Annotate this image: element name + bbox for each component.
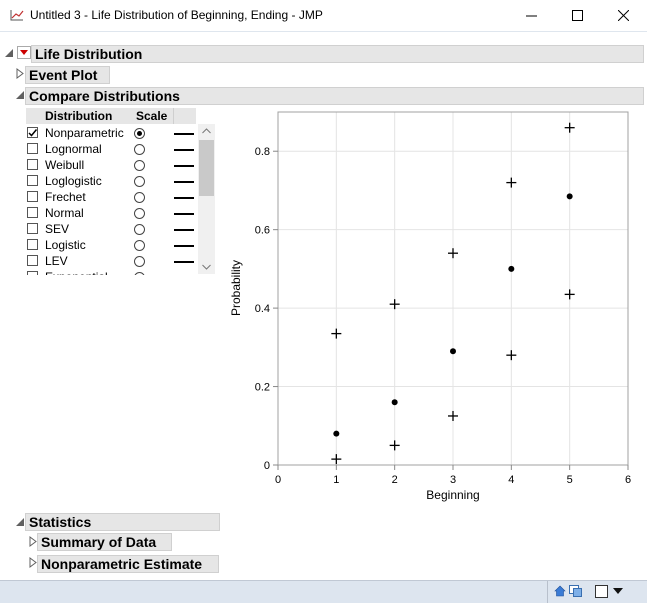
line-style-swatch[interactable] — [174, 229, 194, 231]
x-tick-label: 2 — [392, 474, 398, 486]
nonparametric-estimate-header[interactable]: Nonparametric Estimate — [37, 555, 219, 573]
close-button[interactable] — [600, 0, 646, 31]
estimate-point — [333, 430, 340, 437]
confidence-limit-marker — [506, 350, 517, 361]
scale-radio[interactable] — [134, 208, 145, 219]
y-tick-label: 0.8 — [255, 146, 270, 158]
line-style-swatch[interactable] — [174, 149, 194, 151]
scale-radio[interactable] — [134, 272, 145, 275]
distribution-label: Exponential — [45, 270, 108, 275]
distribution-list: Nonparametric Lognormal Weibull Loglogistic… — [0, 0, 214, 275]
confidence-limit-marker — [331, 454, 342, 465]
scrollbar-thumb[interactable] — [199, 140, 214, 196]
y-tick-label: 0.4 — [255, 303, 270, 315]
scroll-up-icon[interactable] — [202, 128, 211, 134]
x-axis-label: Beginning — [426, 488, 479, 502]
distribution-checkbox[interactable] — [27, 175, 38, 186]
status-bar — [0, 580, 647, 603]
line-style-swatch[interactable] — [174, 245, 194, 247]
window-icon[interactable] — [595, 585, 608, 598]
x-tick-label: 1 — [333, 474, 339, 486]
y-tick-label: 0.2 — [255, 382, 270, 394]
confidence-limit-marker — [389, 440, 400, 451]
distribution-checkbox[interactable] — [27, 271, 38, 275]
axis-ticks: 0 1 2 3 4 5 6 0 0.2 0.4 0.6 0.8 — [255, 146, 631, 486]
maximize-icon — [571, 10, 583, 21]
summary-of-data-header[interactable]: Summary of Data — [37, 533, 172, 551]
status-divider — [547, 581, 548, 603]
estimate-point — [391, 399, 398, 406]
y-tick-label: 0 — [264, 460, 270, 472]
close-icon — [617, 10, 629, 21]
scale-radio[interactable] — [134, 240, 145, 251]
x-tick-label: 6 — [625, 474, 631, 486]
x-tick-label: 3 — [450, 474, 456, 486]
y-tick-label: 0.6 — [255, 225, 270, 237]
scale-radio[interactable] — [134, 176, 145, 187]
probability-chart: 0 1 2 3 4 5 6 0 0.2 0.4 0.6 0.8 Beginning Probabili… — [229, 111, 631, 502]
y-axis-label: Probability — [229, 260, 243, 316]
home-icon[interactable] — [554, 585, 566, 597]
scale-radio[interactable] — [134, 144, 145, 155]
distribution-label: Logistic — [45, 238, 86, 252]
line-style-swatch[interactable] — [174, 133, 194, 135]
statistics-header[interactable]: Statistics — [25, 513, 220, 531]
scroll-down-icon[interactable] — [202, 264, 211, 270]
distribution-checkbox[interactable] — [27, 191, 38, 202]
estimate-point — [508, 265, 515, 272]
line-style-swatch[interactable] — [174, 261, 194, 263]
expand-triangle-icon[interactable] — [29, 557, 37, 568]
expand-triangle-icon[interactable] — [29, 536, 37, 547]
distribution-label: LEV — [45, 254, 68, 268]
scale-radio[interactable] — [134, 128, 145, 139]
confidence-limit-marker — [564, 289, 575, 300]
scale-radio[interactable] — [134, 160, 145, 171]
scale-radio[interactable] — [134, 192, 145, 203]
distribution-checkbox[interactable] — [27, 143, 38, 154]
distribution-label: SEV — [45, 222, 70, 236]
radio-dot — [137, 131, 142, 136]
confidence-limit-marker — [331, 328, 342, 339]
line-style-swatch[interactable] — [174, 213, 194, 215]
line-style-swatch[interactable] — [174, 181, 194, 183]
distribution-label: Lognormal — [45, 142, 102, 156]
maximize-button[interactable] — [554, 0, 600, 31]
confidence-limit-marker — [448, 410, 458, 421]
distribution-checkbox[interactable] — [27, 255, 38, 266]
confidence-limit-marker — [448, 248, 458, 259]
minimize-icon — [525, 15, 537, 17]
window-list-icon[interactable] — [569, 585, 582, 597]
line-style-swatch[interactable] — [174, 165, 194, 167]
x-tick-label: 5 — [567, 474, 573, 486]
scale-radio[interactable] — [134, 256, 145, 267]
distribution-checkbox[interactable] — [27, 207, 38, 218]
list-scrollbar[interactable] — [198, 124, 215, 274]
estimate-point — [450, 348, 456, 355]
distribution-label: Frechet — [45, 190, 86, 204]
distribution-label: Nonparametric — [45, 126, 124, 140]
line-style-swatch[interactable] — [174, 197, 194, 199]
scale-radio[interactable] — [134, 224, 145, 235]
distribution-label: Loglogistic — [45, 174, 102, 188]
checkmark-icon — [28, 129, 38, 137]
distribution-checkbox[interactable] — [27, 159, 38, 170]
x-tick-label: 4 — [508, 474, 514, 486]
minimize-button[interactable] — [508, 0, 554, 31]
confidence-limit-marker — [564, 122, 575, 133]
confidence-limit-marker — [506, 177, 517, 188]
distribution-label: Normal — [45, 206, 84, 220]
distribution-checkbox[interactable] — [27, 223, 38, 234]
x-tick-label: 0 — [275, 474, 281, 486]
distribution-checkbox[interactable] — [27, 127, 38, 138]
collapse-triangle-icon[interactable] — [15, 517, 25, 527]
dropdown-arrow-icon[interactable] — [613, 588, 623, 595]
distribution-checkbox[interactable] — [27, 239, 38, 250]
distribution-label: Weibull — [45, 158, 85, 172]
estimate-point — [566, 193, 573, 200]
